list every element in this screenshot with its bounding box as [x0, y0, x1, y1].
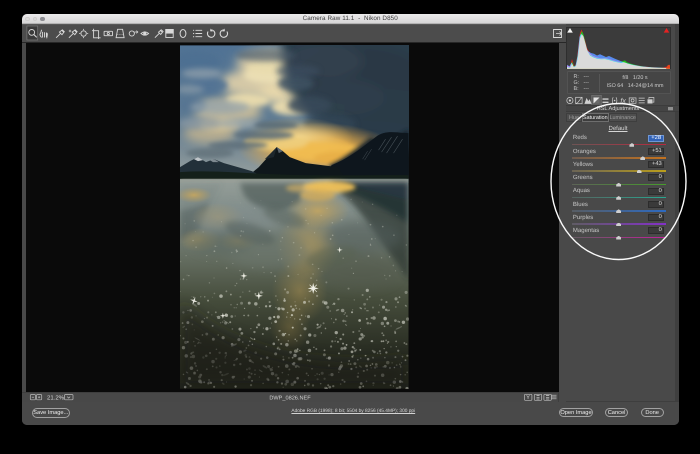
svg-text:Y: Y	[526, 395, 530, 401]
svg-text:21.2%: 21.2%	[47, 394, 65, 401]
svg-text:DWP_0826.NEF: DWP_0826.NEF	[269, 395, 311, 401]
svg-text:fx: fx	[620, 97, 626, 105]
